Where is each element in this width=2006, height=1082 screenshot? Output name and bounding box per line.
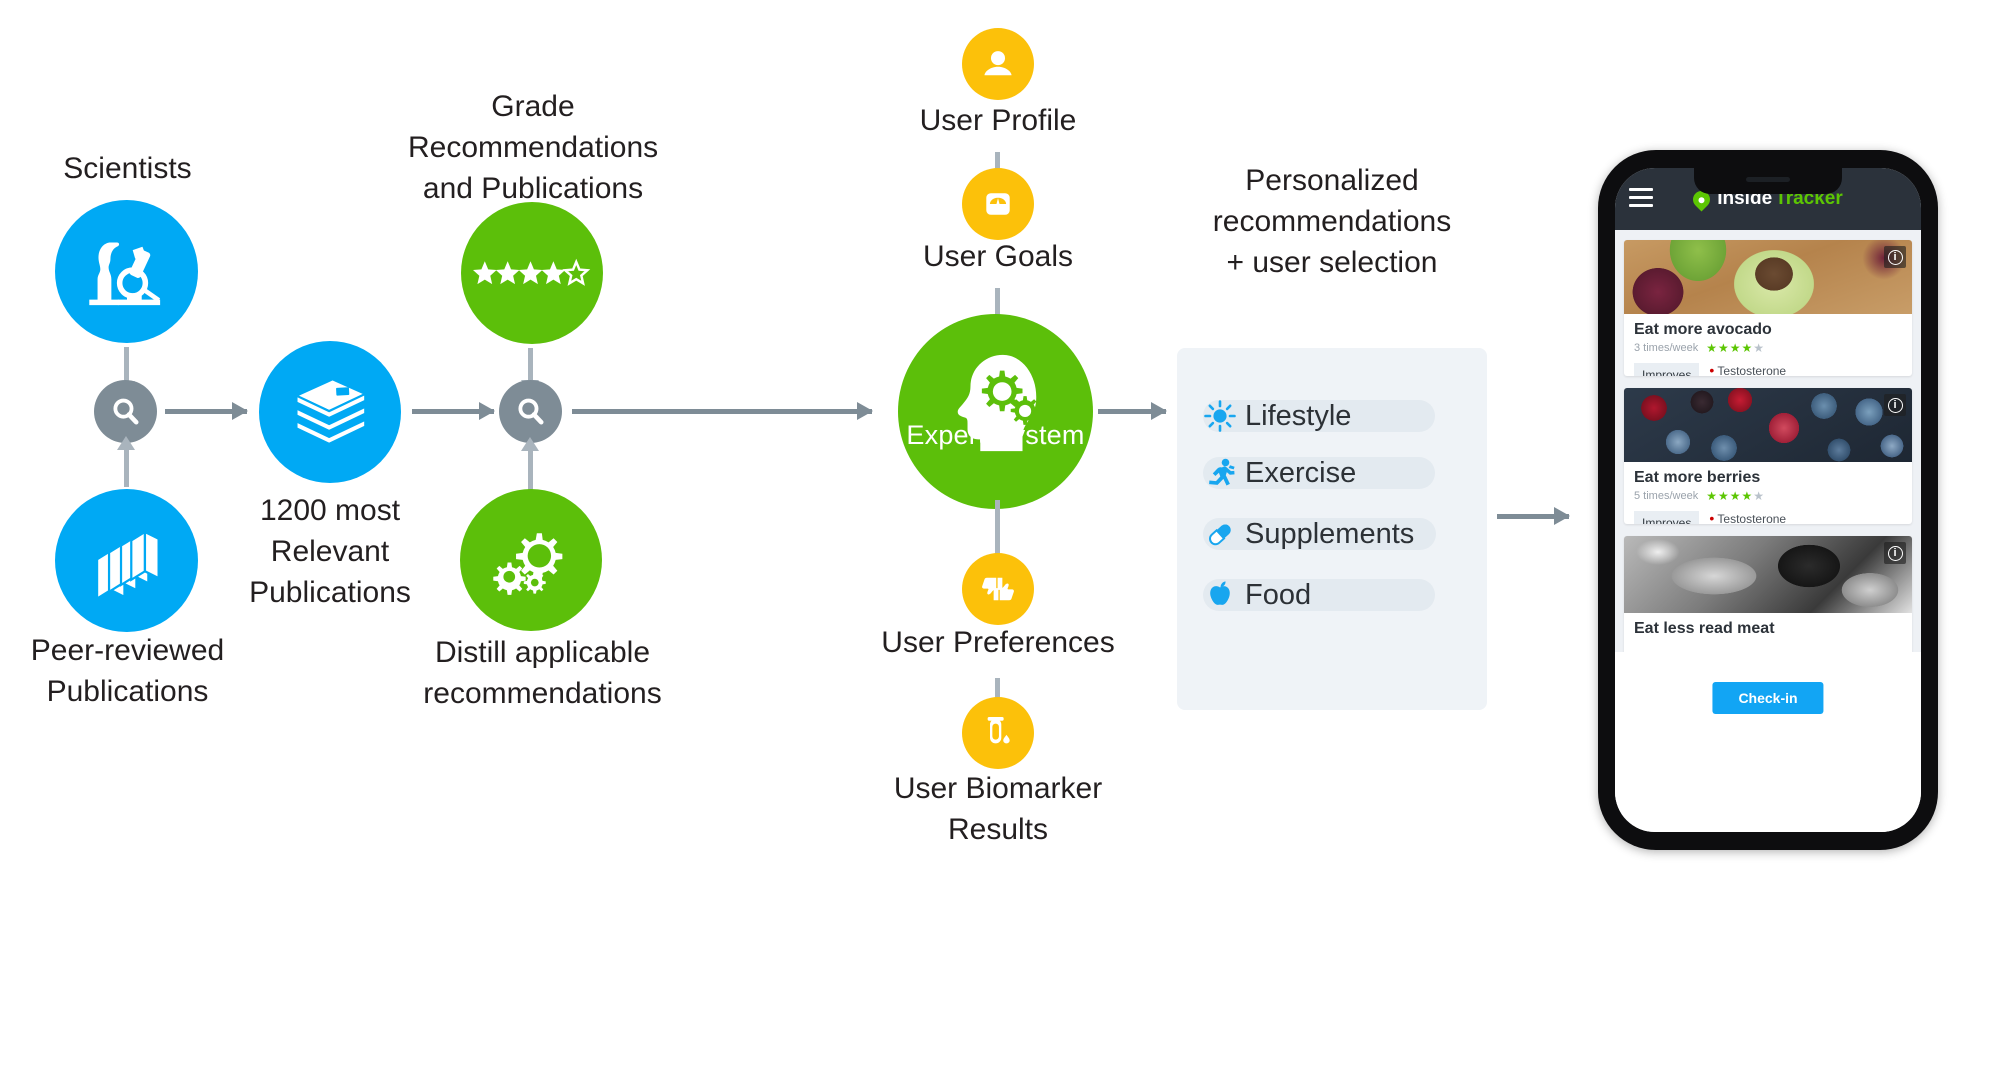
biomarker-name: Testosterone <box>1717 364 1787 376</box>
publications-to-search2-arrow <box>412 402 495 420</box>
card-title: Eat more berries <box>1634 469 1761 486</box>
expert-system-label: Expert System <box>906 420 1085 450</box>
scientists-to-search1-arrow <box>117 347 135 395</box>
hamburger-menu-icon[interactable] <box>1629 188 1653 212</box>
info-icon[interactable]: i <box>1884 542 1906 564</box>
user-preferences-label: User Preferences <box>881 626 1115 659</box>
user-profile-label: User Profile <box>919 104 1077 137</box>
star-rating-icon <box>473 256 591 290</box>
diagram-canvas: Scientists Peer-reviewed Publications 12… <box>0 0 2006 1082</box>
user-biomarker-node[interactable] <box>962 697 1034 769</box>
distill-label: Distill applicable recommendations <box>423 636 662 710</box>
distill-node[interactable] <box>460 489 602 631</box>
grade-node[interactable] <box>461 202 603 344</box>
expert-system-node[interactable]: Expert System <box>898 314 1093 509</box>
panel-to-phone-arrow <box>1497 507 1570 525</box>
relevant-publications-label: 1200 most Relevant Publications <box>249 494 411 609</box>
recommendation-label-exercise: Exercise <box>1203 457 1435 489</box>
books-stack-icon <box>80 517 174 605</box>
distill-to-search2-arrow <box>521 437 539 490</box>
expert-prefs-connector <box>995 500 1000 558</box>
card-body: Eat more berries 5 times/week ★★★★★ Impr… <box>1624 462 1912 524</box>
card-improves-row: Improves • Testosterone • Vitamin D • DH… <box>1634 511 1902 524</box>
pill-capsule-icon <box>1203 517 1237 551</box>
gears-icon <box>485 518 577 602</box>
improves-badge: Improves <box>1634 363 1700 376</box>
search1-to-publications-arrow <box>165 402 248 420</box>
search-node-1[interactable] <box>94 380 157 443</box>
thumbs-up-down-icon <box>978 572 1018 606</box>
apple-icon <box>1203 578 1237 612</box>
recommendation-item-supplements[interactable]: Supplements <box>1203 517 1437 551</box>
red-meat-photo: i <box>1624 536 1912 613</box>
user-goals-node[interactable] <box>962 168 1034 240</box>
phone-notch <box>1694 168 1842 194</box>
search-node-2[interactable] <box>499 380 562 443</box>
card-title: Eat more avocado <box>1634 321 1772 338</box>
recommendation-label-lifestyle: Lifestyle <box>1203 400 1435 432</box>
info-icon[interactable]: i <box>1884 246 1906 268</box>
user-goals-label: User Goals <box>922 240 1074 273</box>
user-avatar-icon <box>980 46 1016 82</box>
avocado-photo: i <box>1624 240 1912 314</box>
recommendation-card-berries[interactable]: i Eat more berries 5 times/week ★★★★★ Im… <box>1624 388 1912 524</box>
relevant-publications-node[interactable] <box>259 341 401 483</box>
expert-to-panel-arrow <box>1098 402 1167 420</box>
phone-speaker <box>1746 177 1790 182</box>
grade-label: Grade Recommendations and Publications <box>408 90 659 205</box>
phone-mockup: Inside Tracker i Eat more avocado 3 times… <box>1598 150 1938 850</box>
recommendation-item-lifestyle[interactable]: Lifestyle <box>1203 400 1435 432</box>
card-frequency: 5 times/week <box>1634 490 1699 502</box>
weight-scale-icon <box>980 186 1016 222</box>
user-preferences-node[interactable] <box>962 553 1034 625</box>
magnifier-icon <box>109 395 143 429</box>
user-biomarker-label: User Biomarker Results <box>893 772 1103 846</box>
peer-reviewed-node[interactable] <box>55 489 198 632</box>
peer-reviewed-label: Peer-reviewed Publications <box>30 634 225 708</box>
grade-to-search2-arrow <box>521 348 539 394</box>
recommendation-label-food: Food <box>1203 579 1435 611</box>
recommendation-label-supplements: Supplements <box>1203 518 1437 550</box>
card-frequency-row: 3 times/week ★★★★★ <box>1634 341 1902 355</box>
personalized-heading: Personalized recommendations + user sele… <box>1212 164 1452 279</box>
card-star-rating: ★★★★★ <box>1706 489 1765 503</box>
recommendation-card-red-meat[interactable]: i Eat less read meat <box>1624 536 1912 656</box>
biomarker-list: • Testosterone • Vitamin D • DHEAS <box>1709 510 1787 524</box>
card-improves-row: Improves • Testosterone • Vitamin D • Ir… <box>1634 363 1902 376</box>
sun-icon <box>1203 399 1237 433</box>
berries-photo: i <box>1624 388 1912 462</box>
biomarker-list: • Testosterone • Vitamin D • Iron <box>1709 362 1787 376</box>
card-frequency: 3 times/week <box>1634 342 1699 354</box>
phone-screen: Inside Tracker i Eat more avocado 3 times… <box>1615 168 1921 832</box>
scientists-label: Scientists <box>63 152 192 185</box>
phone-footer: Check-in <box>1615 652 1921 832</box>
magnifier-icon <box>514 395 548 429</box>
test-tube-icon <box>982 714 1014 752</box>
check-in-button[interactable]: Check-in <box>1712 682 1824 714</box>
user-profile-node[interactable] <box>962 28 1034 100</box>
card-title: Eat less read meat <box>1634 620 1775 637</box>
search2-to-expert-arrow <box>572 402 873 420</box>
scientists-node[interactable] <box>55 200 198 343</box>
card-frequency-row: 5 times/week ★★★★★ <box>1634 489 1902 503</box>
recommendation-item-exercise[interactable]: Exercise <box>1203 457 1435 489</box>
book-stack-icon <box>282 369 378 455</box>
biomarker-name: Testosterone <box>1717 512 1787 524</box>
recommendation-item-food[interactable]: Food <box>1203 579 1435 611</box>
recommendation-card-avocado[interactable]: i Eat more avocado 3 times/week ★★★★★ Im… <box>1624 240 1912 376</box>
info-icon[interactable]: i <box>1884 394 1906 416</box>
card-body: Eat less read meat <box>1624 613 1912 647</box>
improves-badge: Improves <box>1634 511 1700 524</box>
running-person-icon <box>1203 456 1237 490</box>
card-star-rating: ★★★★★ <box>1706 341 1765 355</box>
card-body: Eat more avocado 3 times/week ★★★★★ Impr… <box>1624 314 1912 376</box>
peerreviewed-to-search1-arrow <box>117 436 135 487</box>
scientist-microscope-icon <box>81 226 173 318</box>
